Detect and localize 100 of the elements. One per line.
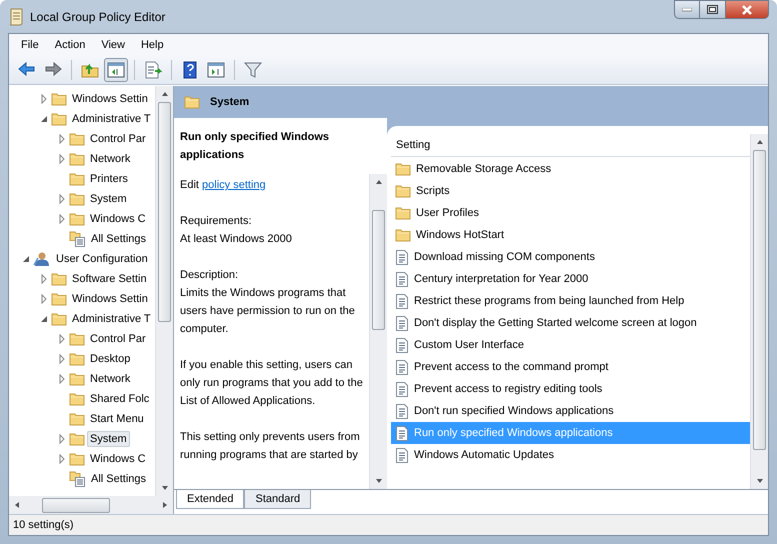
setting-row[interactable]: Custom User Interface: [391, 334, 750, 356]
setting-row[interactable]: Download missing COM components: [391, 246, 750, 268]
menu-item[interactable]: File: [13, 39, 47, 51]
close-icon: [741, 4, 753, 14]
folder-icon: [51, 92, 67, 106]
folder-icon: [395, 162, 411, 176]
folder-icon: [69, 412, 85, 426]
tab[interactable]: Standard: [244, 490, 312, 509]
setting-row[interactable]: Don't display the Getting Started welcome screen at logon: [391, 312, 750, 334]
folder-icon: [395, 184, 411, 198]
folder-icon: [69, 352, 85, 366]
tree-item[interactable]: Windows Settin: [69, 91, 151, 107]
scroll-arrow-icon[interactable]: [160, 485, 168, 491]
tree-item[interactable]: Control Par: [87, 131, 149, 147]
tree-item[interactable]: Windows Settin: [69, 291, 151, 307]
scroll-arrow-icon[interactable]: [14, 501, 20, 509]
setting-row[interactable]: Scripts: [391, 180, 750, 202]
scrollbar[interactable]: [750, 134, 768, 489]
folder-icon: [69, 372, 85, 386]
tree-item[interactable]: Administrative T: [69, 111, 154, 127]
tree-item[interactable]: User Configuration: [53, 251, 151, 267]
folder-icon: [69, 452, 85, 466]
setting-row[interactable]: Restrict these programs from being launched from Help: [391, 290, 750, 312]
requirements-text: At least Windows 2000: [180, 233, 292, 245]
scrollbar[interactable]: [155, 86, 173, 496]
pane-title: System: [210, 96, 250, 108]
description-label: Description:: [180, 268, 240, 283]
tree-item[interactable]: Desktop: [87, 351, 134, 367]
export-list-icon: [143, 60, 163, 80]
document-icon: [395, 250, 409, 264]
tree-item[interactable]: Control Par: [87, 331, 149, 347]
folder-icon: [395, 206, 411, 220]
user-icon: [33, 251, 51, 267]
tree-item[interactable]: System: [87, 191, 130, 207]
tree-item[interactable]: Software Settin: [69, 271, 150, 287]
minimize-icon: [682, 8, 692, 12]
document-icon: [395, 426, 409, 440]
tree-item[interactable]: Printers: [87, 171, 131, 187]
folder-icon: [51, 112, 67, 126]
settings-list-icon: [69, 231, 86, 247]
tree-item[interactable]: Network: [87, 371, 134, 387]
tree-item[interactable]: Start Menu: [87, 411, 147, 427]
toolbar-button[interactable]: [104, 58, 128, 82]
tree-item[interactable]: Shared Folc: [87, 391, 152, 407]
tab[interactable]: Extended: [176, 490, 244, 509]
setting-row[interactable]: Prevent access to the command prompt: [391, 356, 750, 378]
minimize-button[interactable]: [674, 0, 700, 19]
horizontal-scrollbar[interactable]: [9, 496, 173, 514]
document-icon: [395, 448, 409, 462]
column-header[interactable]: Setting: [391, 134, 750, 157]
setting-row[interactable]: Don't run specified Windows applications: [391, 400, 750, 422]
tree-item[interactable]: System: [87, 431, 130, 447]
scrollbar[interactable]: [369, 174, 387, 489]
description-text: If you enable this setting, users can only run programs that you add to the List of Allowed Applications.: [180, 358, 363, 409]
folder-icon: [69, 152, 85, 166]
tree-item[interactable]: Windows C: [87, 451, 149, 467]
tree-item[interactable]: Windows C: [87, 211, 149, 227]
policy-title: Run only specified Windows applications: [179, 130, 330, 163]
requirements-label: Requirements:: [180, 215, 252, 227]
folder-icon: [51, 292, 67, 306]
description-text: Limits the Windows programs that users have permission to run on the computer.: [180, 286, 356, 337]
tree-item[interactable]: All Settings: [88, 231, 150, 247]
window-title: Local Group Policy Editor: [30, 10, 166, 24]
scroll-arrow-icon[interactable]: [162, 501, 168, 509]
policy-setting-link[interactable]: policy setting: [202, 179, 266, 191]
setting-row[interactable]: User Profiles: [391, 202, 750, 224]
setting-row[interactable]: Prevent access to registry editing tools: [391, 378, 750, 400]
menu-item[interactable]: Help: [132, 39, 172, 51]
folder-icon: [51, 312, 67, 326]
setting-row[interactable]: Windows HotStart: [391, 224, 750, 246]
scroll-arrow-icon[interactable]: [160, 91, 168, 97]
close-button[interactable]: [726, 0, 769, 19]
document-icon: [395, 404, 409, 418]
setting-row[interactable]: Century interpretation for Year 2000: [391, 268, 750, 290]
document-icon: [395, 382, 409, 396]
document-icon: [395, 360, 409, 374]
menu-item[interactable]: Action: [46, 39, 94, 51]
tree-item[interactable]: Administrative T: [69, 311, 154, 327]
document-icon: [395, 294, 409, 308]
filter-icon: [243, 60, 263, 80]
maximize-button[interactable]: [700, 0, 726, 19]
setting-row[interactable]: Removable Storage Access: [391, 158, 750, 180]
folder-icon: [69, 212, 85, 226]
scroll-arrow-icon[interactable]: [756, 478, 764, 484]
folder-icon: [51, 272, 67, 286]
status-text: 10 setting(s): [13, 519, 74, 531]
setting-row[interactable]: Windows Automatic Updates: [391, 444, 750, 466]
folder-icon: [69, 172, 85, 186]
scroll-arrow-icon[interactable]: [756, 139, 764, 145]
tree-item[interactable]: All Settings: [88, 471, 150, 487]
document-icon: [395, 316, 409, 330]
folder-icon: [69, 132, 85, 146]
tree-item[interactable]: Network: [87, 151, 134, 167]
scroll-arrow-icon[interactable]: [374, 179, 382, 185]
folder-icon: [395, 228, 411, 242]
folder-icon: [184, 95, 200, 109]
edit-label: Edit: [180, 179, 199, 191]
document-icon: [395, 272, 409, 286]
scroll-arrow-icon[interactable]: [374, 478, 382, 484]
menu-item[interactable]: View: [93, 39, 133, 51]
